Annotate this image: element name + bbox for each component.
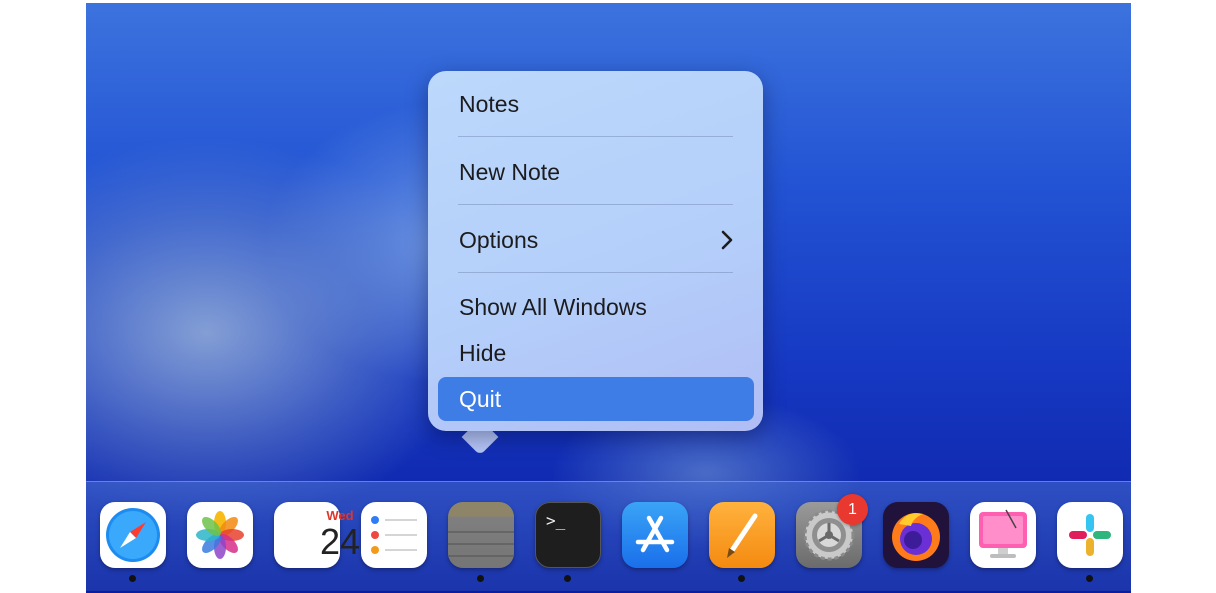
menu-item-quit[interactable]: Quit	[438, 377, 754, 421]
menu-item-new-note[interactable]: New Note	[438, 150, 754, 194]
menu-item-options[interactable]: Options	[438, 218, 754, 262]
menu-item-notes-header: Notes	[438, 82, 754, 126]
dock-app-app-store[interactable]	[622, 502, 688, 568]
menu-item-hide[interactable]: Hide	[438, 331, 754, 375]
notification-badge: 1	[837, 494, 868, 525]
dock-app-pages[interactable]	[709, 502, 775, 568]
running-indicator	[738, 575, 745, 582]
safari-compass-icon	[106, 508, 160, 562]
dock-app-slack[interactable]	[1057, 502, 1123, 568]
menu-item-label: Show All Windows	[459, 294, 647, 320]
slack-icon	[1069, 514, 1111, 556]
dock-app-safari[interactable]	[100, 502, 166, 568]
menu-item-label: Hide	[459, 340, 507, 366]
dock-app-calendar[interactable]: Wed 24	[274, 502, 360, 568]
dock-app-terminal[interactable]: >_	[535, 502, 601, 568]
dock-app-cleanmymac[interactable]	[970, 502, 1036, 568]
notes-icon	[448, 531, 514, 557]
pages-pen-icon	[727, 513, 758, 558]
menu-item-label: Options	[459, 227, 539, 253]
dock-app-firefox[interactable]	[883, 502, 949, 568]
running-indicator	[1086, 575, 1093, 582]
chevron-right-icon	[720, 218, 734, 276]
menu-item-label: Notes	[459, 91, 520, 117]
menu-separator	[458, 204, 733, 205]
menu-item-label: Quit	[459, 386, 502, 412]
cleanmymac-icon	[979, 509, 1027, 558]
photos-flower-icon	[196, 511, 244, 559]
running-indicator	[129, 575, 136, 582]
menu-item-label: New Note	[459, 159, 560, 185]
running-indicator	[564, 575, 571, 582]
terminal-prompt-icon: >_	[546, 511, 566, 530]
menu-separator	[458, 272, 733, 273]
dock-app-reminders[interactable]	[361, 502, 427, 568]
menu-separator	[458, 136, 733, 137]
app-store-icon	[635, 515, 675, 553]
firefox-icon	[892, 513, 940, 561]
dock-app-notes[interactable]	[448, 502, 514, 568]
reminders-list-icon	[371, 516, 417, 554]
running-indicator	[477, 575, 484, 582]
menu-item-show-all-windows[interactable]: Show All Windows	[438, 285, 754, 329]
dock-app-photos[interactable]	[187, 502, 253, 568]
dock-context-menu: Notes New Note Options Show All Windows …	[428, 71, 763, 431]
